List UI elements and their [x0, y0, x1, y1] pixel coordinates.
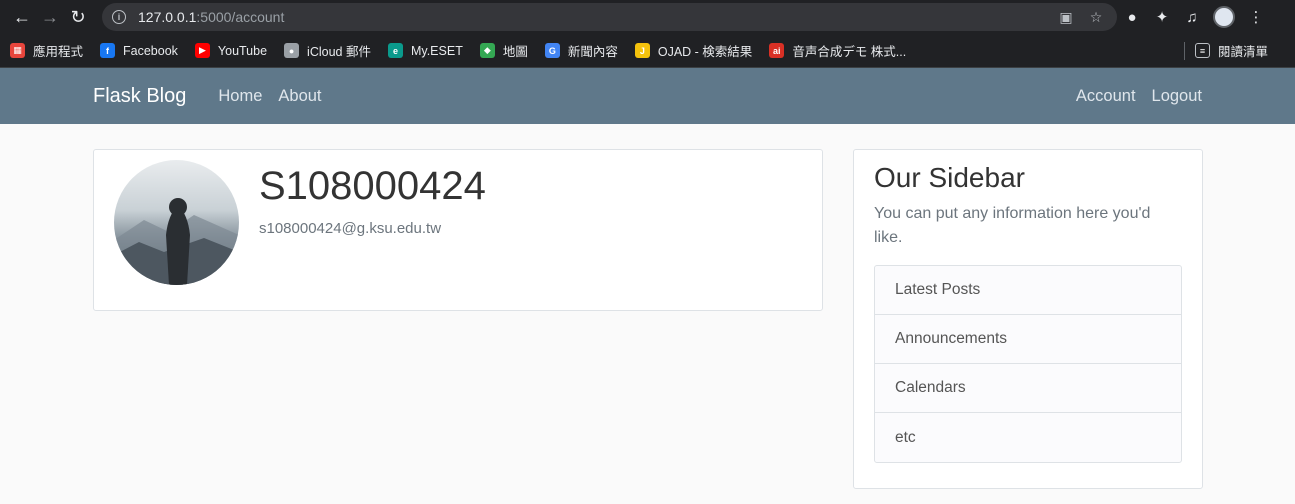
forward-arrow-icon[interactable]: → [36, 3, 64, 31]
bookmark-label: 音声合成デモ 株式... [792, 45, 907, 59]
back-arrow-icon[interactable]: ← [8, 3, 36, 31]
site-navbar: Flask Blog Home About Account Logout [0, 68, 1295, 124]
bookmark-divider [1183, 41, 1185, 60]
address-bar[interactable]: i 127.0.0.1:5000/account ▣ ☆ [102, 3, 1117, 31]
reading-list-button[interactable]: ≡ 閱讀清單 [1194, 41, 1268, 60]
bookmark-item[interactable]: e My.ESET [387, 43, 463, 58]
bookmark-label: Facebook [123, 43, 178, 58]
bookmark-item[interactable]: ◆ 地圖 [479, 41, 528, 60]
url-host: 127.0.0.1 [138, 9, 197, 25]
facebook-icon: f [100, 43, 116, 58]
reading-list-label: 閱讀清單 [1217, 45, 1268, 59]
sidebar-list: Latest Posts Announcements Calendars etc [874, 265, 1182, 463]
translate-icon[interactable]: ▣ [1055, 6, 1077, 28]
nav-logout-link[interactable]: Logout [1152, 87, 1202, 106]
media-queue-icon[interactable]: ♫ [1177, 3, 1207, 31]
bookmark-item[interactable]: J OJAD - 検索結果 [634, 41, 753, 60]
bookmark-item[interactable]: G 新聞內容 [544, 41, 618, 60]
reload-icon[interactable]: ↻ [64, 3, 92, 31]
bookmark-item[interactable]: f Facebook [100, 43, 178, 58]
nav-home-link[interactable]: Home [218, 87, 262, 106]
apple-icon: ● [284, 43, 300, 58]
sidebar-item-calendars[interactable]: Calendars [875, 364, 1181, 413]
bookmarks-bar: ▦ 應用程式 f Facebook ▶ YouTube ● iCloud 郵件 e My.ESET… [0, 34, 1295, 68]
ojad-icon: J [634, 43, 650, 58]
bookmark-label: My.ESET [410, 43, 463, 58]
main-content: S108000424 s108000424@g.ksu.edu.tw Our S… [0, 124, 1295, 504]
youtube-icon: ▶ [194, 43, 210, 58]
url-text[interactable]: 127.0.0.1:5000/account [138, 9, 284, 25]
account-email: s108000424@g.ksu.edu.tw [259, 220, 442, 237]
profile-avatar[interactable] [1213, 6, 1235, 28]
sidebar-title: Our Sidebar [874, 162, 1025, 193]
sidebar: Our Sidebar You can put any information … [853, 149, 1203, 489]
url-path: :5000/account [196, 9, 285, 25]
eset-icon: e [387, 43, 403, 58]
sidebar-item-announcements[interactable]: Announcements [875, 315, 1181, 364]
maps-icon: ◆ [479, 43, 495, 58]
bookmark-item[interactable]: ai 音声合成デモ 株式... [769, 41, 906, 60]
news-icon: G [544, 43, 560, 58]
puzzle-icon[interactable]: ✦ [1147, 3, 1177, 31]
info-icon[interactable]: i [112, 10, 126, 24]
avatar [114, 160, 239, 285]
account-username: S108000424 [259, 164, 486, 208]
bookmark-label: 新聞內容 [567, 45, 618, 59]
ai-icon: ai [769, 43, 785, 58]
bookmark-item[interactable]: ● iCloud 郵件 [284, 41, 371, 60]
browser-toolbar: ← → ↻ i 127.0.0.1:5000/account ▣ ☆ ● ✦ ♫… [0, 0, 1295, 34]
sidebar-text: You can put any information here you'd l… [874, 205, 1151, 246]
nav-about-link[interactable]: About [278, 87, 321, 106]
bookmark-item[interactable]: ▶ YouTube [194, 43, 268, 58]
star-icon[interactable]: ☆ [1085, 6, 1107, 28]
sidebar-item-latest-posts[interactable]: Latest Posts [875, 266, 1181, 315]
extension-eye-icon[interactable]: ● [1117, 3, 1147, 31]
reading-list-icon: ≡ [1194, 43, 1210, 58]
bookmark-label: OJAD - 検索結果 [657, 45, 753, 59]
sidebar-item-etc[interactable]: etc [875, 413, 1181, 462]
bookmark-label: 地圖 [502, 45, 528, 59]
account-card: S108000424 s108000424@g.ksu.edu.tw [93, 149, 823, 311]
bookmark-label: 應用程式 [33, 45, 84, 59]
apps-grid-icon: ▦ [10, 43, 25, 58]
bookmark-label: iCloud 郵件 [307, 45, 371, 59]
brand-link[interactable]: Flask Blog [93, 85, 186, 108]
nav-account-link[interactable]: Account [1076, 87, 1136, 106]
bookmark-item[interactable]: ▦ 應用程式 [10, 41, 83, 60]
bookmark-label: YouTube [217, 43, 268, 58]
kebab-menu-icon[interactable]: ⋮ [1241, 3, 1271, 31]
